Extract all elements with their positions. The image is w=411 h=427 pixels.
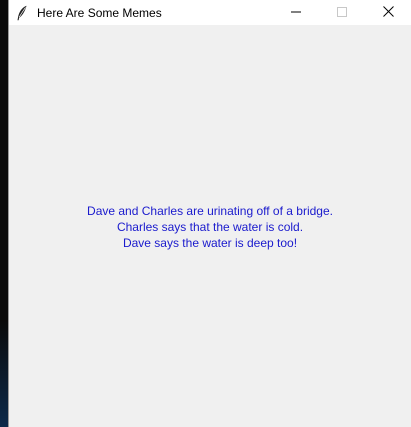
app-window: Here Are Some Memes Dave and Charles are… [8, 0, 411, 427]
maximize-icon [337, 4, 347, 22]
feather-icon [13, 4, 31, 22]
window-controls [273, 0, 411, 25]
minimize-button[interactable] [273, 0, 319, 25]
maximize-button[interactable] [319, 0, 365, 25]
meme-line-2: Charles says that the water is cold. [116, 220, 304, 234]
meme-line-3: Dave says the water is deep too! [122, 236, 298, 250]
window-title: Here Are Some Memes [37, 5, 162, 20]
close-icon [382, 4, 394, 22]
window-content: Dave and Charles are urinating off of a … [9, 25, 411, 427]
minimize-icon [291, 4, 301, 22]
close-button[interactable] [365, 0, 411, 25]
meme-line-1: Dave and Charles are urinating off of a … [87, 204, 333, 218]
meme-text: Dave and Charles are urinating off of a … [9, 203, 411, 251]
title-bar[interactable]: Here Are Some Memes [9, 0, 411, 25]
